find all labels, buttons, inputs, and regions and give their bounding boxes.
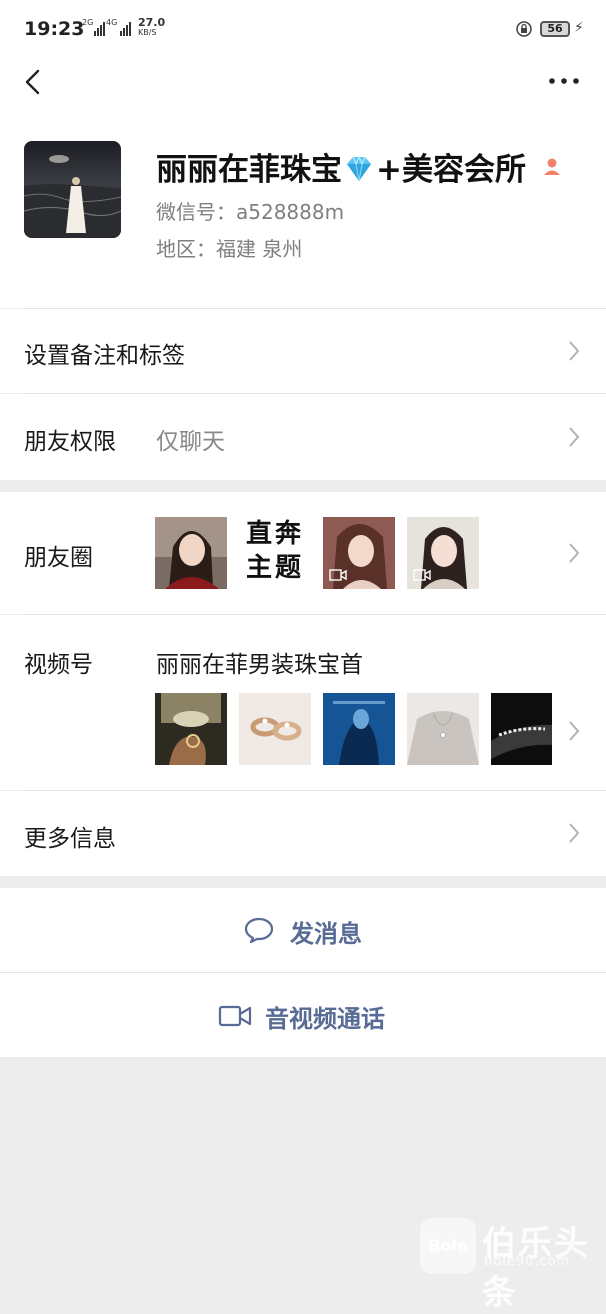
chevron-right-icon (569, 721, 580, 741)
friend-permission-label: 朋友权限 (24, 429, 116, 455)
video-call-button[interactable]: 音视频通话 (0, 973, 606, 1057)
chevron-right-icon (569, 341, 580, 361)
diamond-icon (347, 155, 371, 182)
channels-photo-3 (323, 693, 395, 765)
net-speed: 27.0 KB/S (138, 16, 166, 38)
channels-photo-2 (239, 693, 311, 765)
net-speed-value: 27.0 (138, 16, 166, 29)
video-call-label: 音视频通话 (265, 1005, 385, 1033)
moments-text-line2: 主题 (245, 553, 304, 583)
channels-photo-4 (407, 693, 479, 765)
channels-row[interactable]: 视频号 丽丽在菲男装珠宝首 (0, 615, 606, 790)
video-call-icon (218, 1005, 252, 1027)
moments-photo-1 (155, 517, 227, 589)
avatar-image (24, 141, 121, 238)
moments-text-thumb: 直奔 主题 (239, 517, 311, 589)
channels-thumb (323, 693, 395, 765)
avatar[interactable] (24, 141, 121, 238)
send-message-label: 发消息 (290, 920, 362, 948)
back-icon[interactable] (22, 68, 46, 96)
contact-name-part2: +美容会所 (376, 152, 526, 188)
network-2g-label: 2G (82, 18, 94, 27)
wechat-id: 微信号：a528888m (156, 200, 345, 224)
charging-icon: ⚡ (574, 20, 584, 36)
status-time: 19:23 (24, 18, 85, 40)
channels-thumb (491, 693, 552, 765)
moments-video-thumb (323, 517, 395, 589)
contact-name: 丽丽在菲珠宝 +美容会所 (156, 144, 563, 189)
moments-thumb (155, 517, 227, 589)
video-icon (413, 569, 431, 581)
moments-text-line1: 直奔 (245, 519, 304, 549)
region: 地区：福建 泉州 (156, 237, 303, 261)
moments-video-thumb (407, 517, 479, 589)
chat-bubble-icon (244, 917, 274, 944)
more-info-label: 更多信息 (24, 826, 116, 852)
set-remark-row[interactable]: 设置备注和标签 (0, 309, 606, 393)
set-remark-label: 设置备注和标签 (24, 343, 185, 369)
gender-female-icon (543, 158, 560, 175)
channels-name: 丽丽在菲男装珠宝首 (156, 652, 363, 678)
contact-name-part1: 丽丽在菲珠宝 (156, 152, 342, 188)
channels-photo-5 (491, 693, 552, 765)
channels-photo-1 (155, 693, 227, 765)
network-4g-label: 4G (106, 18, 118, 27)
more-options-icon[interactable] (549, 78, 579, 84)
channels-thumb (155, 693, 227, 765)
chevron-right-icon (569, 543, 580, 563)
chevron-right-icon (569, 823, 580, 843)
video-icon (329, 569, 347, 581)
moments-row[interactable]: 朋友圈 直奔 主题 (0, 492, 606, 614)
net-speed-unit: KB/S (138, 28, 157, 37)
watermark-logo: Bole (420, 1218, 476, 1274)
channels-label: 视频号 (24, 652, 93, 678)
send-message-button[interactable]: 发消息 (0, 888, 606, 972)
more-info-row[interactable]: 更多信息 (0, 791, 606, 876)
friend-permission-value: 仅聊天 (156, 429, 225, 455)
battery-icon: 56 (540, 21, 570, 37)
channels-thumb (407, 693, 479, 765)
chevron-right-icon (569, 427, 580, 447)
watermark-site: bole90.com (484, 1254, 571, 1269)
moments-label: 朋友圈 (24, 545, 93, 571)
rotation-lock-icon (516, 21, 532, 37)
friend-permission-row[interactable]: 朋友权限 仅聊天 (0, 394, 606, 480)
channels-thumb (239, 693, 311, 765)
